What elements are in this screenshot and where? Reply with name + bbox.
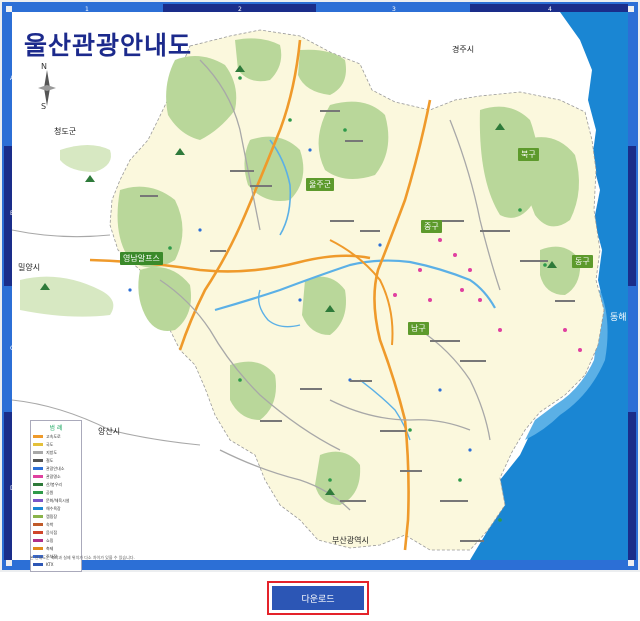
legend-item: KTX (33, 561, 79, 568)
label-busan: 부산광역시 (332, 536, 369, 545)
map-image (0, 0, 640, 572)
label-yangsan: 양산시 (98, 427, 121, 436)
legend-item: 해수욕장 (33, 505, 79, 512)
district-junggu: 중구 (421, 220, 442, 233)
legend-swatch (33, 563, 43, 566)
legend-label: 철도 (46, 457, 54, 463)
label-yeongnam-alps: 영남알프스 (120, 252, 163, 265)
legend-swatch (33, 451, 43, 454)
legend-swatch (33, 523, 43, 526)
compass-icon (38, 70, 56, 106)
legend-swatch (33, 483, 43, 486)
legend-label: 지방도 (46, 449, 58, 455)
legend-swatch (33, 499, 43, 502)
legend-label: 쇼핑 (46, 537, 54, 543)
legend-item: 숙박 (33, 521, 79, 528)
legend-item: 산/봉우리 (33, 481, 79, 488)
legend-label: 음식점 (46, 529, 58, 535)
legend-label: 고속도로 (46, 433, 61, 439)
legend-rows: 고속도로국도지방도철도관광안내소관광명소산/봉우리공원문화/체육시설해수욕장캠핑… (31, 433, 81, 568)
legend-swatch (33, 531, 43, 534)
legend-label: 축제 (46, 545, 54, 551)
district-ulju: 울주군 (306, 178, 335, 191)
legend-label: 캠핑장 (46, 513, 58, 519)
map-frame: 울산관광안내도 1 2 3 4 A B C D N S 경주시 청도군 밀양시 … (0, 0, 640, 572)
district-bukgu: 북구 (518, 148, 539, 161)
legend-label: 국도 (46, 441, 54, 447)
legend-item: 국도 (33, 441, 79, 448)
download-highlight: 다운로드 (267, 581, 369, 615)
legend-label: 관광안내소 (46, 465, 65, 471)
legend-swatch (33, 467, 43, 470)
legend-item: 쇼핑 (33, 537, 79, 544)
map-title: 울산관광안내도 (24, 31, 193, 60)
label-cheongdo: 청도군 (54, 127, 77, 136)
legend-item: 고속도로 (33, 433, 79, 440)
legend-label: 문화/체육시설 (46, 497, 70, 503)
legend-label: KTX (46, 562, 54, 567)
legend-swatch (33, 443, 43, 446)
grid-col-label: 3 (392, 6, 396, 13)
download-button[interactable]: 다운로드 (272, 586, 364, 610)
legend-item: 지방도 (33, 449, 79, 456)
map-footnote: 본 안내도는 축척과 실제 위치가 다소 차이가 있을 수 있습니다. (30, 555, 135, 560)
legend-item: 관광안내소 (33, 465, 79, 472)
legend-swatch (33, 539, 43, 542)
legend-swatch (33, 475, 43, 478)
legend-label: 공원 (46, 489, 54, 495)
grid-row-label: B (10, 210, 15, 217)
legend-swatch (33, 507, 43, 510)
legend-item: 관광명소 (33, 473, 79, 480)
district-namgu: 남구 (408, 322, 429, 335)
legend-label: 숙박 (46, 521, 54, 527)
label-gyeongju: 경주시 (452, 45, 475, 54)
grid-row-label: C (10, 345, 15, 352)
legend-swatch (33, 515, 43, 518)
grid-col-label: 2 (238, 6, 242, 13)
legend-label: 산/봉우리 (46, 481, 63, 487)
grid-row-label: A (10, 75, 15, 82)
legend-item: 축제 (33, 545, 79, 552)
legend-item: 철도 (33, 457, 79, 464)
legend-label: 해수욕장 (46, 505, 61, 511)
grid-row-label: D (10, 485, 15, 492)
district-donggu: 동구 (572, 255, 593, 268)
legend-item: 문화/체육시설 (33, 497, 79, 504)
legend-swatch (33, 435, 43, 438)
legend-swatch (33, 459, 43, 462)
label-donghae: 동해 (610, 313, 627, 323)
legend-item: 공원 (33, 489, 79, 496)
grid-col-label: 1 (85, 6, 89, 13)
label-miryang: 밀양시 (18, 263, 41, 272)
legend-item: 캠핑장 (33, 513, 79, 520)
legend-swatch (33, 491, 43, 494)
compass-south: S (41, 102, 47, 111)
legend-item: 음식점 (33, 529, 79, 536)
legend-swatch (33, 547, 43, 550)
map-legend: 범 례 고속도로국도지방도철도관광안내소관광명소산/봉우리공원문화/체육시설해수… (30, 420, 82, 572)
legend-label: 관광명소 (46, 473, 61, 479)
legend-title: 범 례 (49, 425, 63, 432)
grid-col-label: 4 (548, 6, 552, 13)
